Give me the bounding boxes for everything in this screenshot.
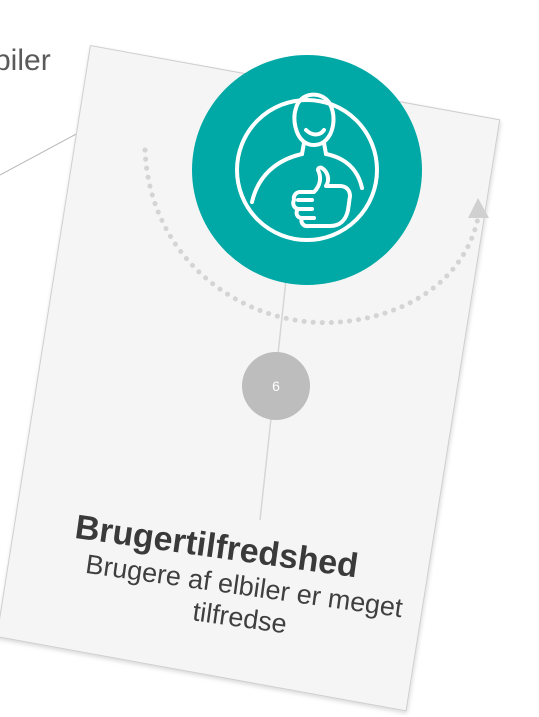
accent-circle — [192, 55, 422, 285]
step-number-badge: 6 — [242, 352, 310, 420]
page: biler 6 Brugertilfredshed Brugere af elb… — [0, 0, 539, 717]
